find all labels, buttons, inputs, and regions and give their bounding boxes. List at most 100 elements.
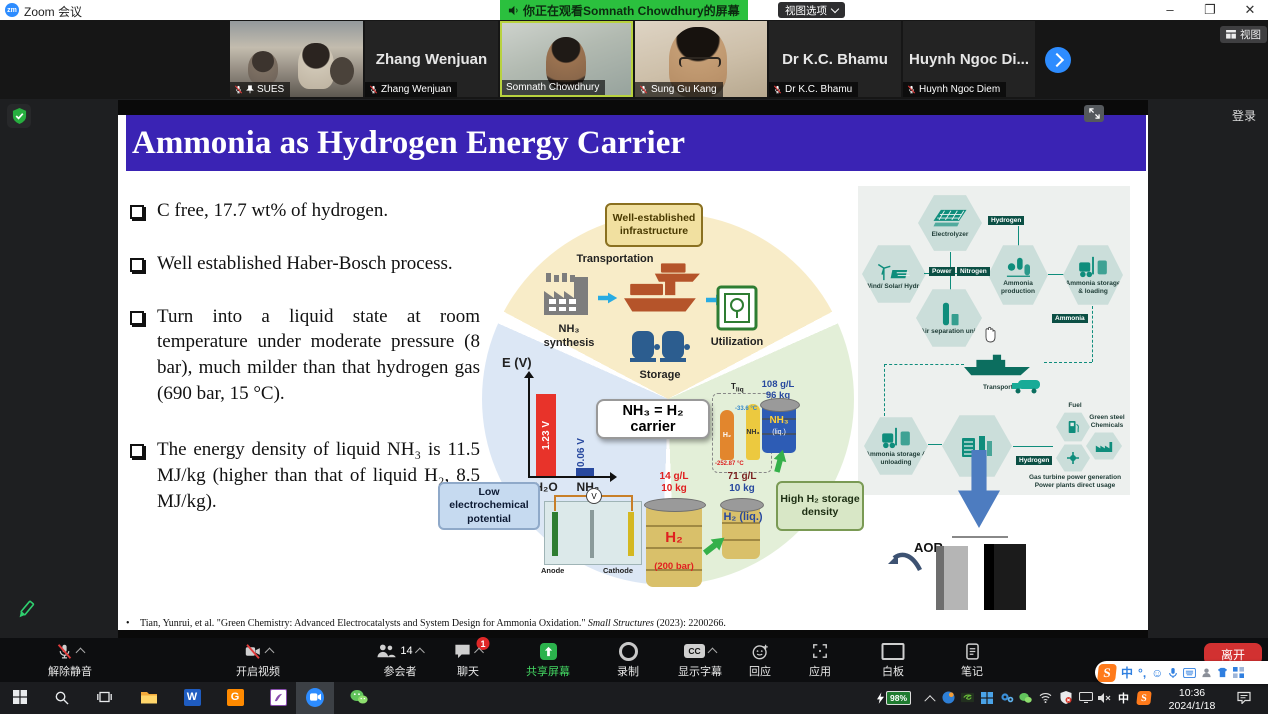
bullet-square-icon xyxy=(130,258,144,272)
taskbar-clock[interactable]: 10:36 2024/1/18 xyxy=(1160,687,1224,712)
reactions-button[interactable]: 回应 xyxy=(749,642,771,679)
participant-tile-huynh-ngoc-diem[interactable]: Huynh Ngoc Di... Huynh Ngoc Diem xyxy=(903,21,1035,97)
captions-button[interactable]: CC 显示字幕 xyxy=(678,642,722,679)
security-alert-icon[interactable] xyxy=(1058,690,1073,705)
wechat-app-button[interactable] xyxy=(350,688,368,706)
notes-button[interactable]: 笔记 xyxy=(961,642,983,679)
login-button[interactable]: 登录 xyxy=(1232,107,1256,124)
volume-muted-icon[interactable] xyxy=(1096,690,1111,705)
x-axis xyxy=(528,476,612,478)
share-screen-button[interactable]: 共享屏幕 xyxy=(526,642,570,679)
mic-muted-icon xyxy=(56,643,73,660)
voice-input-icon[interactable] xyxy=(1168,667,1178,679)
user-icon[interactable] xyxy=(1201,667,1212,678)
exit-fullscreen-button[interactable] xyxy=(1084,105,1104,122)
hydrogen-badge: Hydrogen xyxy=(1016,456,1052,465)
action-center-icon[interactable] xyxy=(1236,690,1251,705)
wifi-icon[interactable] xyxy=(1038,690,1053,705)
voltmeter-icon: V xyxy=(586,488,602,504)
toolbox-grid-icon[interactable] xyxy=(1233,667,1244,678)
start-button[interactable] xyxy=(11,688,29,706)
view-options-button[interactable]: 视图选项 xyxy=(778,2,845,18)
chevron-up-icon xyxy=(924,695,935,706)
keyboard-icon[interactable] xyxy=(1183,668,1196,678)
battery-indicator[interactable]: 98% xyxy=(872,690,916,705)
participant-tile-somnath-chowdhury-active-speaker[interactable]: Somnath Chowdhury xyxy=(500,21,633,97)
sogou-ime-toolbar[interactable]: S 中 °, ☺ xyxy=(1095,661,1268,684)
whiteboard-button[interactable]: 白板 xyxy=(882,642,905,679)
tray-wechat-icon[interactable] xyxy=(1018,690,1033,705)
minimize-button[interactable]: – xyxy=(1155,0,1185,19)
slide-bottom-bar xyxy=(118,630,1148,638)
chat-button[interactable]: 1 聊天 xyxy=(454,642,483,679)
tray-nvidia-icon[interactable] xyxy=(960,690,975,705)
participant-tile-sues[interactable]: SUES xyxy=(230,21,363,97)
search-button[interactable] xyxy=(52,688,70,706)
dashed-connector xyxy=(1092,306,1093,362)
cc-icon: CC xyxy=(684,644,705,658)
bullet-item: The energy density of liquid NH₃ is 11.5… xyxy=(130,437,480,514)
cathode-label: Cathode xyxy=(603,566,633,575)
start-video-button[interactable]: 开启视频 xyxy=(236,642,280,679)
word-icon: W xyxy=(184,689,201,706)
air-separation-icon xyxy=(938,301,960,327)
taskbar-ime-language[interactable]: 中 xyxy=(1116,690,1131,705)
infrastructure-box: Well-established infrastructure xyxy=(605,203,703,247)
close-button[interactable]: ✕ xyxy=(1235,0,1265,19)
slide-top-bar xyxy=(118,100,1148,115)
bullet-square-icon xyxy=(130,205,144,219)
chevron-up-icon[interactable] xyxy=(264,648,274,658)
barrel-band xyxy=(646,547,702,549)
forklift-icon xyxy=(1077,255,1109,279)
journal-name: Small Structures xyxy=(588,618,654,629)
sogou-logo-icon[interactable]: S xyxy=(1097,664,1117,682)
display-project-icon[interactable] xyxy=(1078,690,1093,705)
low-potential-box: Low electrochemical potential xyxy=(438,482,540,530)
zoom-app-button[interactable] xyxy=(306,688,324,706)
file-explorer-button[interactable] xyxy=(140,688,158,706)
maximize-button[interactable]: ❐ xyxy=(1195,0,1225,19)
nh3-boiling-point: -33.6 °C xyxy=(735,406,757,412)
hydrogen-badge: Hydrogen xyxy=(988,216,1024,225)
barrel-lid xyxy=(760,398,800,412)
security-shield-button[interactable] xyxy=(7,104,31,128)
tray-store-grid-icon[interactable] xyxy=(979,690,994,705)
cathode-electrode xyxy=(628,512,634,556)
tray-expand-chevron[interactable] xyxy=(922,690,937,705)
record-icon xyxy=(619,642,638,661)
storage-label: Storage xyxy=(630,369,690,381)
task-view-button[interactable] xyxy=(95,688,113,706)
participant-tile-dr-kc-bhamu[interactable]: Dr K.C. Bhamu Dr K.C. Bhamu xyxy=(769,21,901,97)
electrochemical-cell: V Anode Cathode xyxy=(544,501,642,565)
forklift-icon xyxy=(880,426,912,450)
citation: • Tian, Yunrui, et al. "Green Chemistry:… xyxy=(126,618,866,629)
chevron-up-icon[interactable] xyxy=(415,648,425,658)
chevron-up-icon[interactable] xyxy=(708,648,718,658)
skin-icon[interactable] xyxy=(1217,667,1228,678)
emoji-picker-icon[interactable]: ☺ xyxy=(1151,667,1163,679)
record-button[interactable]: 录制 xyxy=(617,642,639,679)
participant-tile-sung-gu-kang[interactable]: Sung Gu Kang xyxy=(635,21,767,97)
ime-punctuation-indicator[interactable]: °, xyxy=(1138,667,1146,679)
shield-check-icon xyxy=(12,108,27,124)
ime-language-indicator[interactable]: 中 xyxy=(1121,667,1133,679)
participant-tile-zhang-wenjuan[interactable]: Zhang Wenjuan Zhang Wenjuan xyxy=(365,21,498,97)
connector-line xyxy=(928,444,942,445)
nh3-liquid-barrel: NH₃ (liq.) xyxy=(762,403,796,453)
next-participants-button[interactable] xyxy=(1045,47,1071,73)
apps-button[interactable]: 应用 xyxy=(809,642,831,679)
fuel-pump-icon xyxy=(1067,419,1079,435)
view-button[interactable]: 视图 xyxy=(1220,26,1267,43)
x-axis-arrowhead xyxy=(610,472,617,482)
annotation-pen-button[interactable] xyxy=(14,598,38,624)
orange-g-app-button[interactable]: G xyxy=(226,688,244,706)
tray-comm-app-icon[interactable] xyxy=(941,690,956,705)
word-button[interactable]: W xyxy=(183,688,201,706)
unmute-button[interactable]: 解除静音 xyxy=(48,642,92,679)
taskbar-sogou-icon[interactable]: S xyxy=(1136,690,1151,705)
wind-solar-icon xyxy=(875,258,913,282)
participants-button[interactable]: 14 参会者 xyxy=(376,642,423,679)
chevron-up-icon[interactable] xyxy=(76,648,86,658)
purple-viewer-app-button[interactable] xyxy=(269,688,287,706)
tray-settings-gears-icon[interactable] xyxy=(999,690,1014,705)
